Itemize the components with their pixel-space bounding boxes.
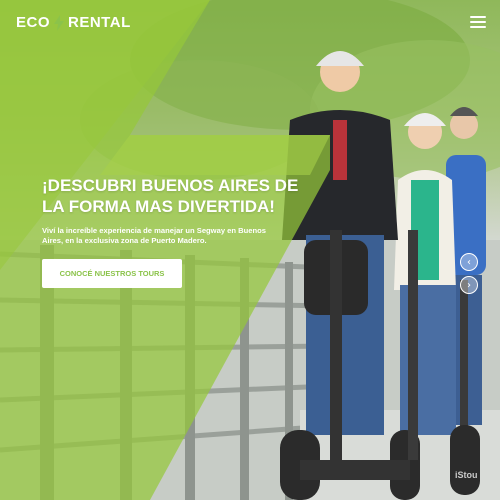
hero-section: ECO RENTAL ¡DESCUBRI BUENOS AIRES DE LA …: [0, 0, 500, 500]
hamburger-menu-icon[interactable]: [470, 16, 486, 28]
hero-subtext-line2: Aires, en la exclusiva zona de Puerto Ma…: [42, 236, 207, 245]
hero-subtext: Viví la increíble experiencia de manejar…: [42, 226, 317, 246]
photo-watermark: iStou: [455, 470, 478, 480]
logo-text-eco: ECO: [16, 14, 51, 31]
green-diagonal-overlay: [0, 0, 330, 500]
hero-headline: ¡DESCUBRI BUENOS AIRES DE LA FORMA MAS D…: [42, 175, 322, 217]
logo-text-rental: RENTAL: [68, 14, 131, 31]
hero-subtext-line1: Viví la increíble experiencia de manejar…: [42, 226, 266, 235]
hero-headline-line2: LA FORMA MAS DIVERTIDA!: [42, 197, 275, 216]
hero-headline-line1: ¡DESCUBRI BUENOS AIRES DE: [42, 176, 299, 195]
lightning-bolt-icon: [54, 14, 65, 31]
chevron-right-icon[interactable]: ›: [460, 276, 478, 294]
site-header: ECO RENTAL: [0, 0, 500, 44]
tours-cta-button[interactable]: CONOCÉ NUESTROS TOURS: [42, 259, 182, 288]
chevron-left-icon[interactable]: ‹: [460, 253, 478, 271]
eco-rental-logo[interactable]: ECO RENTAL: [16, 14, 131, 31]
